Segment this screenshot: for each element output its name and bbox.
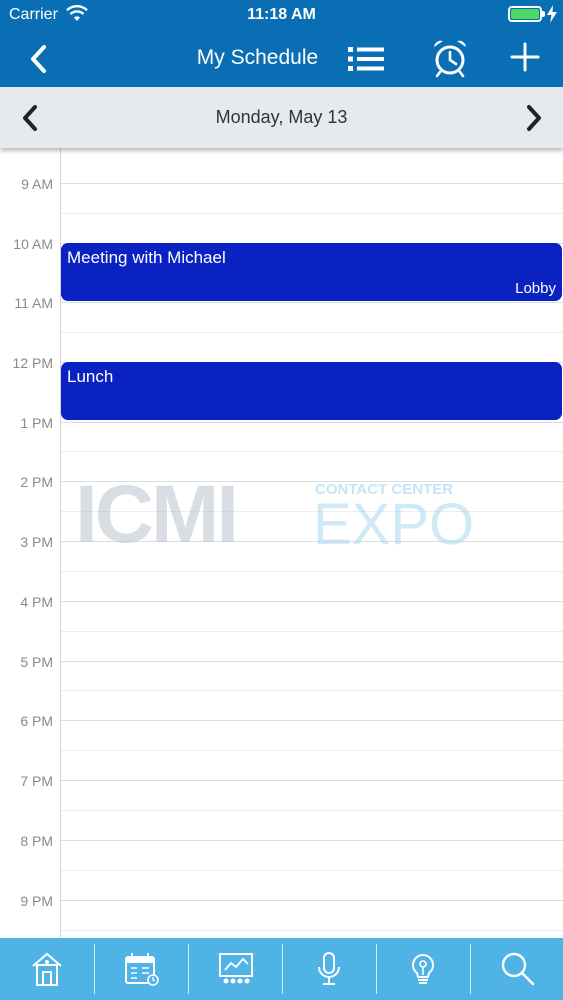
next-day-icon[interactable] (516, 101, 550, 135)
tab-search[interactable] (470, 938, 563, 1000)
half-hour-gridline (61, 750, 563, 751)
bottom-tab-bar (0, 938, 563, 1000)
svg-text:ICMI: ICMI (75, 478, 236, 548)
hour-label: 11 AM (14, 295, 53, 311)
day-schedule[interactable]: 9 AM 10 AM 11 AM 12 PM 1 PM 2 PM 3 PM 4 … (0, 148, 563, 938)
hour-gridline (61, 780, 563, 781)
half-hour-gridline (61, 332, 563, 333)
tab-speakers[interactable] (282, 938, 376, 1000)
svg-text:EXPO: EXPO (313, 492, 474, 548)
hour-label: 3 PM (20, 534, 53, 550)
status-bar: Carrier 11:18 AM (0, 0, 563, 30)
hour-gridline (61, 900, 563, 901)
half-hour-gridline (61, 810, 563, 811)
current-date: Monday, May 13 (215, 107, 348, 127)
event-meeting-with-michael[interactable]: Meeting with Michael Lobby (61, 243, 562, 301)
list-view-icon[interactable] (345, 42, 387, 76)
hour-gridline (61, 661, 563, 662)
tab-home[interactable] (0, 938, 94, 1000)
add-icon[interactable] (508, 40, 542, 74)
hour-gridline (61, 422, 563, 423)
half-hour-gridline (61, 631, 563, 632)
half-hour-gridline (61, 213, 563, 214)
hour-gridline (61, 601, 563, 602)
hour-label: 10 AM (13, 236, 53, 252)
tab-ideas[interactable] (376, 938, 470, 1000)
hour-gridline (61, 183, 563, 184)
date-navigation: Monday, May 13 (0, 87, 563, 148)
event-title: Meeting with Michael (67, 248, 226, 267)
hour-gridline (61, 720, 563, 721)
hour-label: 9 PM (20, 893, 53, 909)
half-hour-gridline (61, 571, 563, 572)
home-icon (32, 952, 62, 986)
hour-label: 5 PM (20, 654, 53, 670)
hour-label: 1 PM (20, 415, 53, 431)
half-hour-gridline (61, 451, 563, 452)
back-icon[interactable] (22, 42, 56, 76)
event-lunch[interactable]: Lunch (61, 362, 562, 420)
hour-gridline (61, 840, 563, 841)
hour-label: 12 PM (12, 355, 53, 371)
half-hour-gridline (61, 930, 563, 931)
hour-label: 7 PM (20, 773, 53, 789)
lightbulb-icon (412, 954, 434, 984)
battery-icon (508, 6, 542, 22)
tab-agenda[interactable] (94, 938, 188, 1000)
clock: 11:18 AM (247, 6, 316, 23)
alarm-clock-icon[interactable] (430, 38, 470, 78)
hour-label: 6 PM (20, 713, 53, 729)
calendar-icon (125, 953, 159, 986)
event-title: Lunch (67, 367, 114, 386)
hour-label: 8 PM (20, 833, 53, 849)
navigation-bar: My Schedule (0, 30, 563, 87)
half-hour-gridline (61, 690, 563, 691)
hour-gridline (61, 302, 563, 303)
page-title: My Schedule (196, 46, 319, 69)
previous-day-icon[interactable] (14, 101, 48, 135)
hour-label: 2 PM (20, 474, 53, 490)
presentation-icon (219, 953, 253, 984)
hour-label: 9 AM (21, 176, 53, 192)
hour-label: 4 PM (20, 594, 53, 610)
half-hour-gridline (61, 870, 563, 871)
icmi-expo-watermark-logo: ICMI CONTACT CENTER EXPO (75, 478, 474, 548)
event-location: Lobby (515, 280, 556, 297)
microphone-icon (318, 952, 340, 985)
tab-sessions[interactable] (188, 938, 282, 1000)
search-icon (501, 952, 535, 986)
charging-icon (547, 5, 557, 23)
